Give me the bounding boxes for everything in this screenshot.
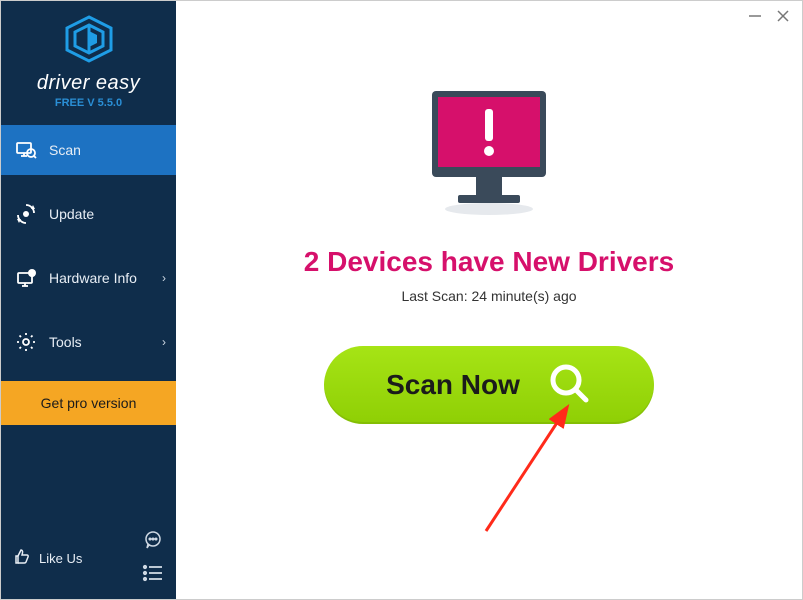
nav: Scan Update [1,125,176,381]
app-logo-icon [63,15,115,68]
hardware-info-icon: i [15,267,37,289]
nav-hardware-label: Hardware Info [49,270,137,286]
alert-monitor-icon [414,81,564,226]
thumbs-up-icon [13,548,31,569]
nav-hardware-info[interactable]: i Hardware Info › [1,253,176,303]
nav-scan-label: Scan [49,142,81,158]
nav-tools-label: Tools [49,334,82,350]
status-headline: 2 Devices have New Drivers [304,246,674,278]
magnifier-icon [546,360,592,411]
close-button[interactable] [776,9,790,23]
nav-update-label: Update [49,206,94,222]
like-us-label: Like Us [39,551,82,566]
sidebar-footer: Like Us [1,519,176,599]
chevron-right-icon: › [162,335,166,349]
app-name: driver easy [1,72,176,95]
app-version: FREE V 5.5.0 [1,97,176,109]
nav-tools[interactable]: Tools › [1,317,176,367]
tools-icon [15,331,37,353]
last-scan-text: Last Scan: 24 minute(s) ago [401,288,576,304]
nav-scan[interactable]: Scan [1,125,176,175]
nav-update[interactable]: Update [1,189,176,239]
get-pro-label: Get pro version [41,395,137,411]
window-controls [736,1,802,31]
svg-text:i: i [31,271,33,278]
main-panel: 2 Devices have New Drivers Last Scan: 24… [176,1,802,599]
chevron-right-icon: › [162,271,166,285]
minimize-button[interactable] [748,9,762,23]
app-window: driver easy FREE V 5.5.0 Scan [0,0,803,600]
scan-now-button[interactable]: Scan Now [324,346,654,424]
sidebar: driver easy FREE V 5.5.0 Scan [1,1,176,599]
like-us-button[interactable]: Like Us [13,548,82,569]
feedback-icon[interactable] [142,529,164,556]
brand-block: driver easy FREE V 5.5.0 [1,1,176,119]
scan-now-label: Scan Now [386,369,520,401]
update-icon [15,203,37,225]
scan-icon [15,139,37,161]
menu-list-icon[interactable] [142,564,164,587]
get-pro-button[interactable]: Get pro version [1,381,176,425]
